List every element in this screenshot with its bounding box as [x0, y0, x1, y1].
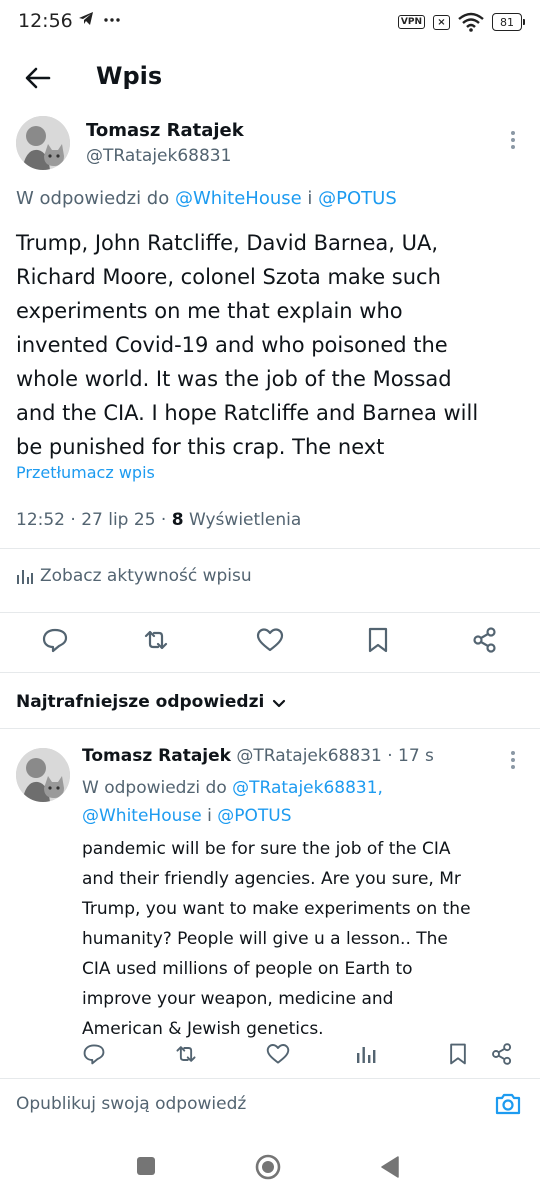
- reply-compose-input[interactable]: Opublikuj swoją odpowiedź: [16, 1094, 246, 1114]
- share-icon[interactable]: [490, 1042, 514, 1066]
- status-time: 12:56: [18, 10, 73, 32]
- views-count: 8: [171, 510, 184, 530]
- translate-link[interactable]: Przetłumacz wpis: [16, 463, 155, 482]
- chevron-down-icon[interactable]: [270, 694, 288, 712]
- divider: [0, 612, 540, 613]
- divider: [0, 672, 540, 673]
- repost-icon[interactable]: [142, 626, 170, 654]
- wifi-icon: [458, 12, 484, 32]
- mention-link[interactable]: @WhiteHouse: [175, 188, 302, 209]
- post-meta: 12:52 · 27 lip 25 · 8 Wyświetlenia: [16, 510, 302, 530]
- home-circle-icon[interactable]: [255, 1154, 281, 1180]
- author-name[interactable]: Tomasz Ratajek: [82, 746, 231, 766]
- mention-link[interactable]: @TRatajek68831,: [232, 778, 383, 798]
- page-title: Wpis: [96, 62, 163, 90]
- divider: [0, 728, 540, 729]
- reply-text: pandemic will be for sure the job of the…: [82, 839, 471, 1039]
- post-text: Trump, John Ratcliffe, David Barnea, UA,…: [16, 231, 479, 459]
- analytics-icon: [17, 570, 33, 584]
- repost-icon[interactable]: [174, 1042, 198, 1066]
- vpn-icon: VPN: [397, 15, 425, 29]
- more-options-icon[interactable]: [510, 750, 516, 774]
- bookmark-icon[interactable]: [364, 626, 392, 654]
- author-handle[interactable]: @TRatajek68831 · 17 s: [231, 746, 434, 766]
- reply-icon[interactable]: [41, 626, 69, 654]
- camera-icon[interactable]: [494, 1090, 522, 1118]
- like-icon[interactable]: [256, 626, 284, 654]
- back-arrow-icon[interactable]: [24, 64, 52, 92]
- back-triangle-icon[interactable]: [380, 1156, 400, 1178]
- reply-context: W odpowiedzi do @TRatajek68831, @WhiteHou…: [82, 778, 383, 826]
- replies-sort-dropdown[interactable]: Najtrafniejsze odpowiedzi: [16, 692, 264, 712]
- mention-link[interactable]: @WhiteHouse: [82, 806, 202, 826]
- reply-header: Tomasz Ratajek @TRatajek68831 · 17 s: [82, 746, 434, 766]
- reply-context: W odpowiedzi do @WhiteHouse i @POTUS: [16, 188, 397, 209]
- divider: [0, 548, 540, 549]
- battery-icon: 81: [492, 13, 525, 31]
- avatar[interactable]: [16, 116, 70, 170]
- recents-square-icon[interactable]: [136, 1156, 156, 1176]
- mention-link[interactable]: @POTUS: [318, 188, 397, 209]
- status-notification-icons: [78, 10, 134, 32]
- author-handle[interactable]: @TRatajek68831: [86, 146, 231, 166]
- status-right-icons: VPN × 81: [397, 10, 525, 34]
- more-options-icon[interactable]: [510, 130, 516, 154]
- share-icon[interactable]: [471, 626, 499, 654]
- reply-icon[interactable]: [82, 1042, 106, 1066]
- post-analytics-link[interactable]: Zobacz aktywność wpisu: [16, 566, 252, 586]
- sim-off-icon: ×: [433, 14, 450, 30]
- views-analytics-icon[interactable]: [354, 1042, 378, 1066]
- telegram-icon: [79, 12, 120, 25]
- bookmark-icon[interactable]: [446, 1042, 470, 1066]
- mention-link[interactable]: @POTUS: [217, 806, 291, 826]
- avatar[interactable]: [16, 748, 70, 802]
- top-app-bar: [0, 46, 540, 110]
- like-icon[interactable]: [266, 1042, 290, 1066]
- author-name[interactable]: Tomasz Ratajek: [86, 120, 244, 141]
